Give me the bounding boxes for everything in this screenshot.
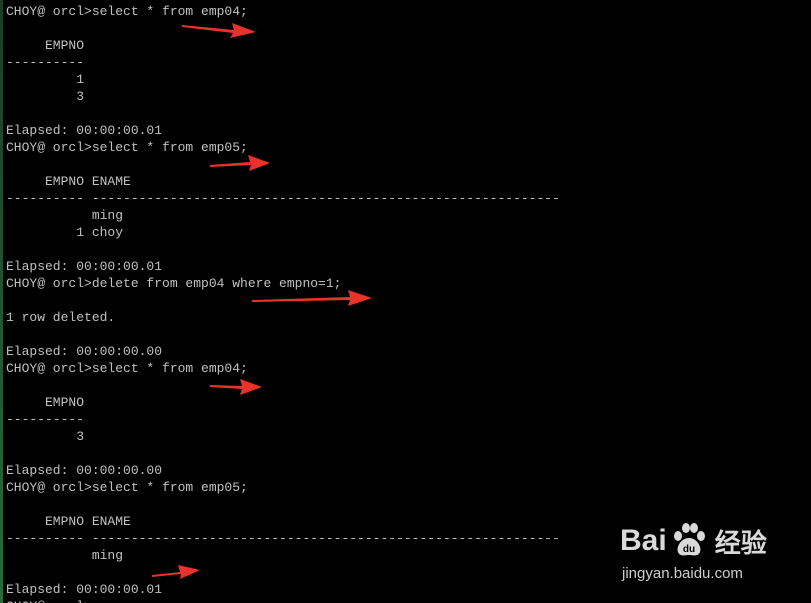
window-edge (0, 0, 3, 603)
terminal-line: 1 (6, 72, 85, 87)
terminal-line: ming (6, 548, 124, 563)
terminal-line: 3 (6, 89, 85, 104)
baidu-paw-icon: du (673, 523, 705, 556)
svg-text:du: du (683, 544, 695, 555)
terminal-line: Elapsed: 00:00:00.00 (6, 463, 163, 478)
terminal-line: Elapsed: 00:00:00.01 (6, 123, 163, 138)
terminal-line: CHOY@ orcl>select * from emp05; (6, 480, 248, 495)
terminal-line: 1 choy (6, 225, 124, 240)
watermark-url: jingyan.baidu.com (622, 565, 743, 582)
terminal-line: CHOY@ orcl>select * from emp04; (6, 361, 248, 376)
arrow-annotation-icon (252, 290, 372, 306)
watermark-brand-left: Bai (620, 524, 667, 557)
terminal-line: 1 row deleted. (6, 310, 116, 325)
arrow-annotation-icon (152, 565, 200, 579)
terminal-line: CHOY@ orcl>select * from emp04; (6, 4, 248, 19)
terminal-line: CHOY@ orcl> (6, 598, 560, 603)
watermark-brand-right: 经验 (714, 528, 767, 559)
arrow-annotation-icon (182, 23, 256, 38)
terminal-line: Elapsed: 00:00:00.01 (6, 259, 163, 274)
terminal-line: EMPNO ENAME (6, 514, 131, 529)
terminal-window[interactable]: CHOY@ orcl>select * from emp04; EMPNO ---… (0, 0, 811, 603)
terminal-line: EMPNO ENAME (6, 174, 131, 189)
terminal-line: CHOY@ orcl>select * from emp05; (6, 140, 248, 155)
terminal-line: ---------- -----------------------------… (6, 531, 560, 546)
arrow-annotation-icon (210, 155, 270, 171)
terminal-line: ---------- (6, 55, 85, 70)
terminal-line: ---------- -----------------------------… (6, 191, 560, 206)
baidu-jingyan-watermark: Bai du 经验 jingyan.baidu.com (620, 515, 800, 595)
terminal-line: ming (6, 208, 124, 223)
terminal-line: EMPNO (6, 395, 85, 410)
terminal-line: Elapsed: 00:00:00.01 (6, 582, 163, 597)
terminal-line: 3 (6, 429, 85, 444)
arrow-annotation-icon (210, 379, 262, 395)
terminal-line: Elapsed: 00:00:00.00 (6, 344, 163, 359)
terminal-line: ---------- (6, 412, 85, 427)
terminal-line: EMPNO (6, 38, 85, 53)
